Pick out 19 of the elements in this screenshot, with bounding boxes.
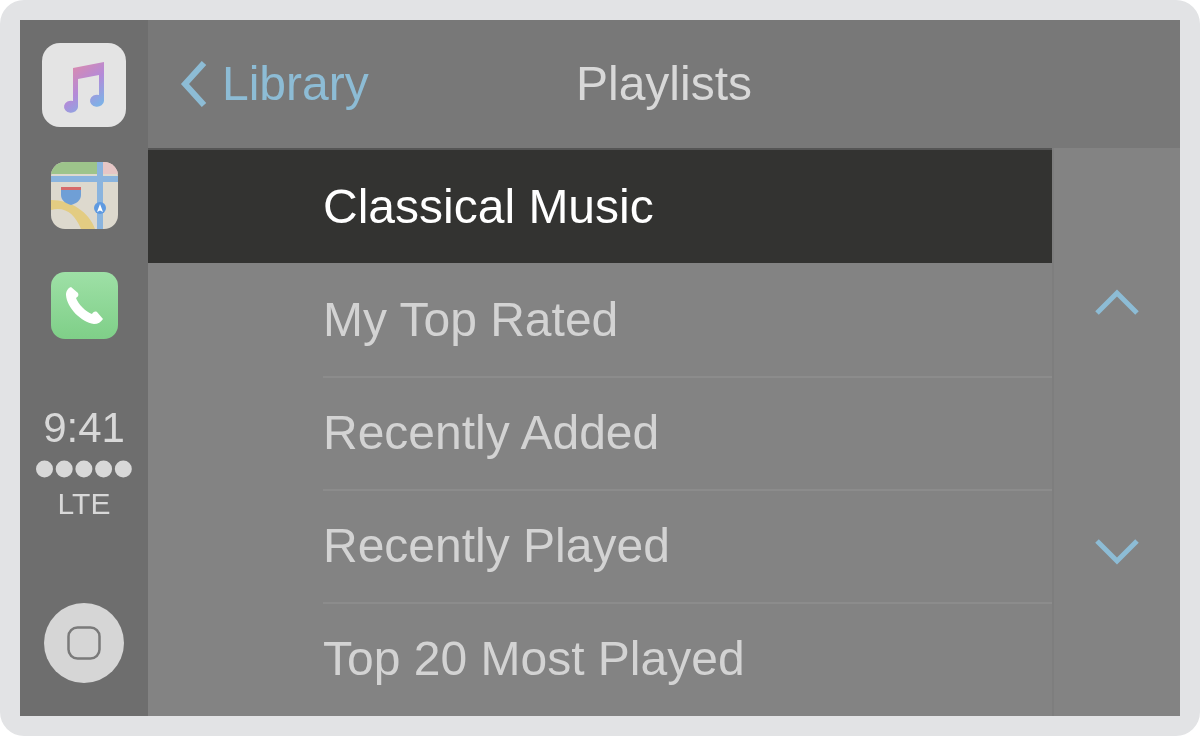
signal-strength-icon [36, 460, 132, 478]
playlist-item[interactable]: My Top Rated [148, 263, 1052, 376]
chevron-up-icon [1094, 288, 1140, 316]
scroll-up-button[interactable] [1094, 288, 1140, 316]
music-note-app-icon[interactable] [42, 43, 126, 127]
scroll-down-button[interactable] [1094, 538, 1140, 566]
chevron-down-icon [1094, 538, 1140, 566]
map-app-icon[interactable] [50, 162, 118, 229]
square-icon [67, 626, 101, 660]
clock-time: 9:41 [43, 406, 125, 450]
network-type: LTE [57, 488, 111, 520]
chevron-left-icon [180, 60, 208, 108]
back-button[interactable]: Library [180, 56, 369, 112]
screen-title: Playlists [575, 56, 752, 112]
phone-app-icon[interactable] [50, 272, 118, 339]
playlist-item[interactable]: Recently Played [148, 489, 1052, 602]
playlist-item[interactable]: Recently Added [148, 376, 1052, 489]
playlist-item[interactable]: Top 20 Most Played [148, 602, 1052, 715]
playlist-item[interactable]: Classical Music [148, 150, 1052, 263]
